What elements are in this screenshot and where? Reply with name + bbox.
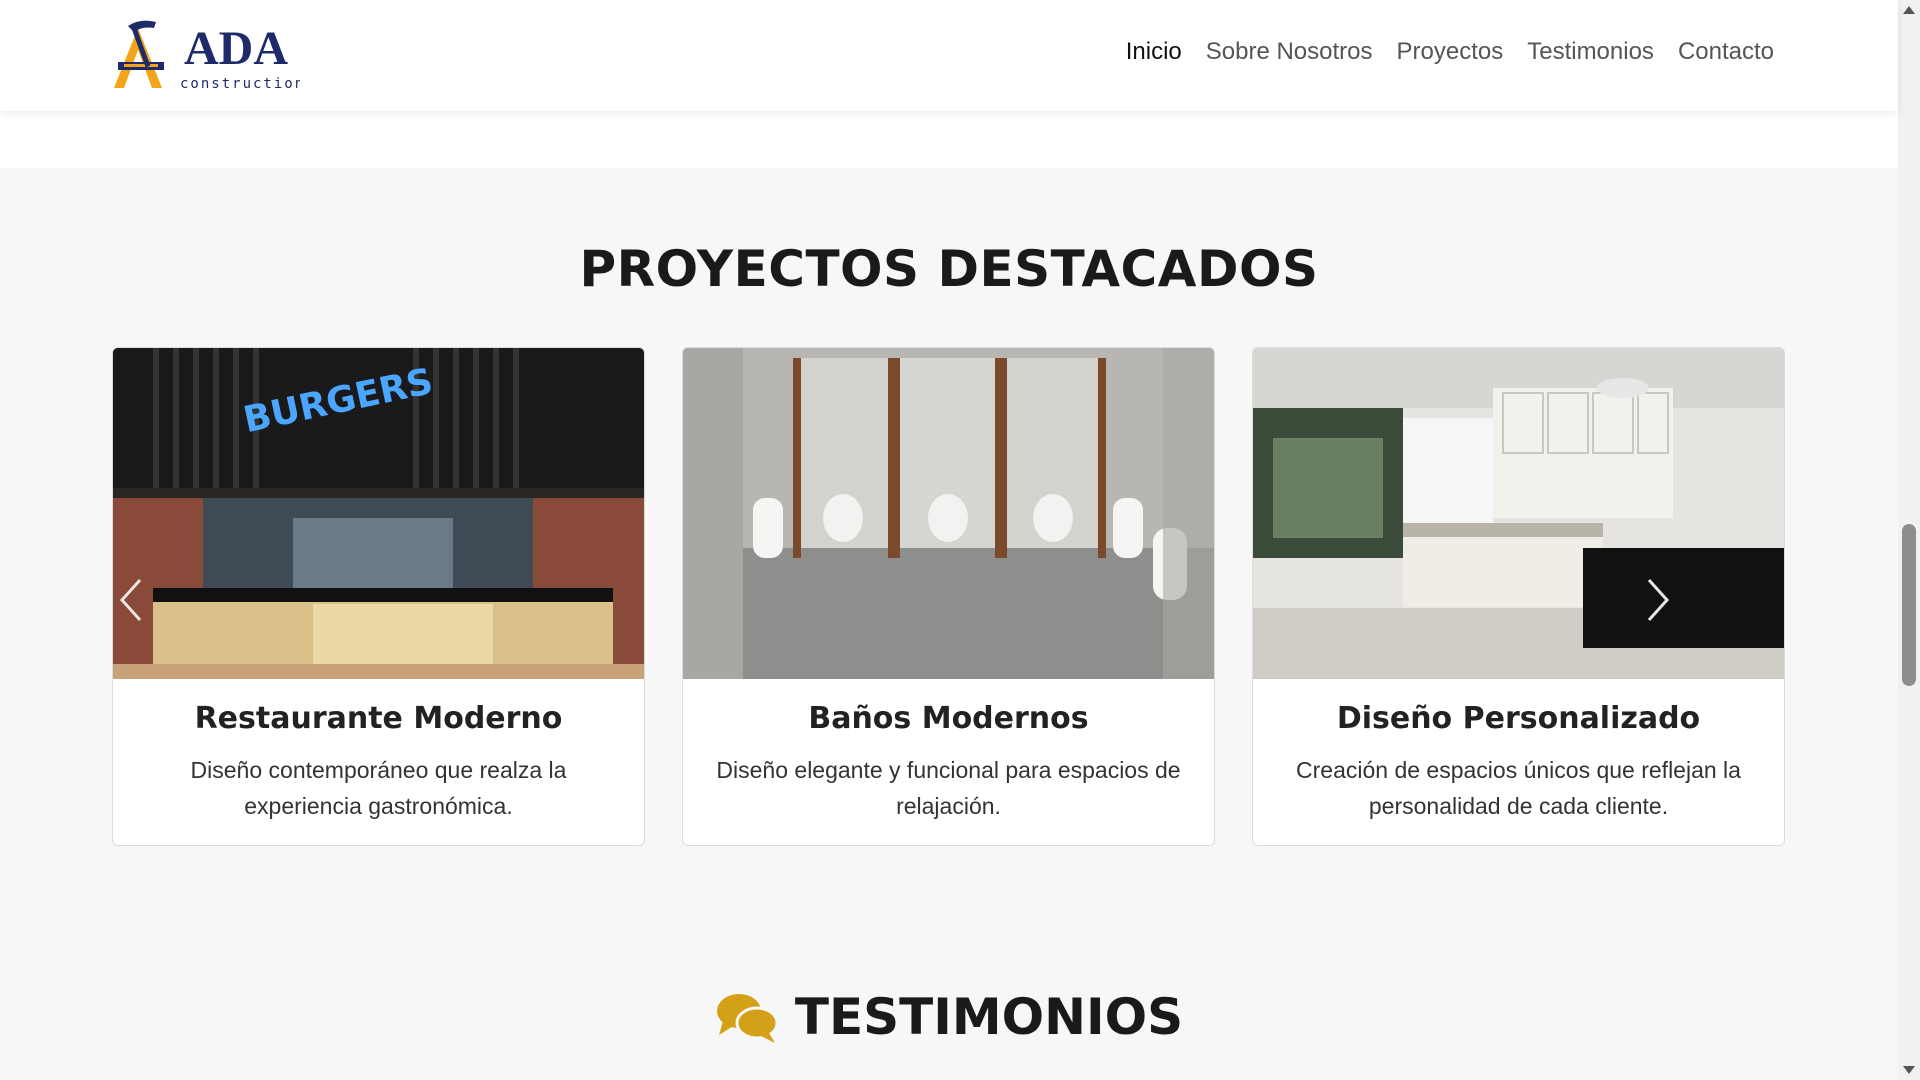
svg-text:ADA: ADA xyxy=(184,22,288,75)
testimonials-heading: TESTIMONIOS xyxy=(0,988,1898,1046)
chevron-right-icon xyxy=(1647,578,1670,622)
svg-text:construction: construction xyxy=(180,76,300,92)
ada-construction-logo[interactable]: ADA construction xyxy=(110,18,303,94)
card-description: Creación de espacios únicos que reflejan… xyxy=(1296,757,1741,819)
card-title: Diseño Personalizado xyxy=(1336,701,1701,736)
chat-bubbles-icon xyxy=(716,994,779,1043)
scrollbar-thumb[interactable] xyxy=(1902,524,1916,686)
scroll-up-arrow-icon[interactable] xyxy=(1901,3,1917,17)
carousel-prev-button[interactable] xyxy=(116,576,146,624)
project-card: Diseño Personalizado Creación de espacio… xyxy=(1252,347,1785,846)
carousel-next-button[interactable] xyxy=(1643,576,1673,624)
restaurant-image: BURGERS xyxy=(113,348,644,679)
nav-testimonios[interactable]: Testimonios xyxy=(1527,38,1654,66)
bathroom-image xyxy=(683,348,1214,679)
nav-sobre-nosotros[interactable]: Sobre Nosotros xyxy=(1206,38,1373,66)
kitchen-image xyxy=(1253,348,1784,679)
nav-proyectos[interactable]: Proyectos xyxy=(1397,38,1504,66)
section-title: PROYECTOS DESTACADOS xyxy=(579,240,1319,298)
card-description: Diseño elegante y funcional para espacio… xyxy=(716,757,1181,819)
project-card: Baños Modernos Diseño elegante y funcion… xyxy=(682,347,1215,846)
nav-inicio[interactable]: Inicio xyxy=(1126,38,1182,66)
chevron-left-icon xyxy=(119,578,142,622)
navbar: ADA construction Inicio Sobre Nosotros P… xyxy=(0,0,1898,111)
project-card: BURGERS Restaurante Moderno Diseño conte… xyxy=(112,347,645,846)
card-description: Diseño contemporáneo que realza la exper… xyxy=(190,757,567,819)
card-title: Baños Modernos xyxy=(808,701,1089,736)
scroll-down-arrow-icon[interactable] xyxy=(1901,1063,1917,1077)
card-title: Restaurante Moderno xyxy=(194,701,563,736)
header-spacer xyxy=(0,111,1898,168)
projects-carousel: BURGERS Restaurante Moderno Diseño conte… xyxy=(112,347,1785,846)
nav-contacto[interactable]: Contacto xyxy=(1678,38,1774,66)
main-nav: Inicio Sobre Nosotros Proyectos Testimon… xyxy=(1126,38,1774,66)
page-scrollbar[interactable] xyxy=(1898,0,1920,1080)
testimonials-title: TESTIMONIOS xyxy=(794,988,1184,1046)
